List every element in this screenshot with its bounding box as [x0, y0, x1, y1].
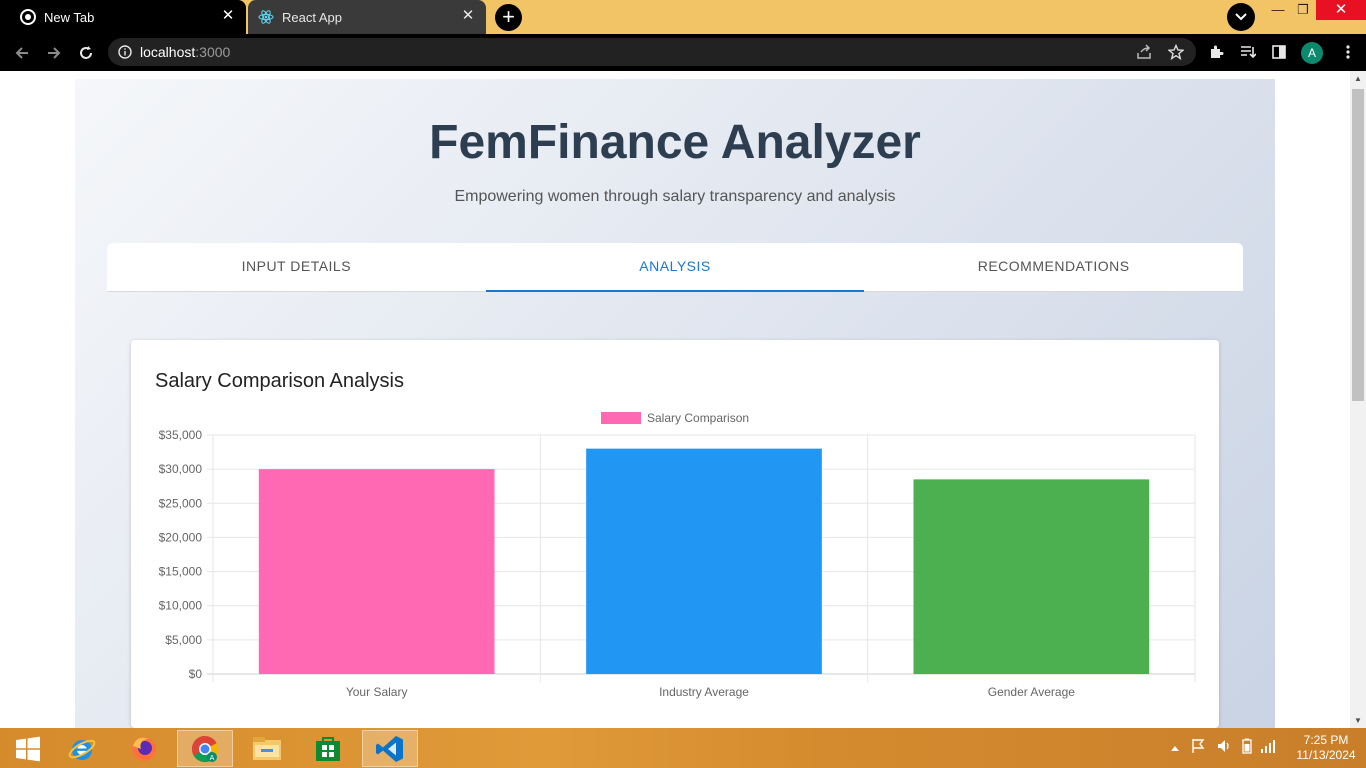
taskbar-store[interactable] — [300, 730, 356, 767]
close-icon[interactable]: ✕ — [220, 8, 236, 24]
y-tick-label: $25,000 — [159, 496, 203, 510]
extensions-icon[interactable] — [1206, 42, 1226, 62]
start-button[interactable] — [0, 730, 56, 767]
tab-search-button[interactable] — [1227, 3, 1255, 31]
scroll-down-icon[interactable]: ▼ — [1354, 716, 1362, 725]
legend-label[interactable]: Salary Comparison — [647, 411, 749, 425]
show-hidden-icons-icon[interactable] — [1170, 739, 1180, 757]
legend-swatch[interactable] — [601, 412, 641, 424]
browser-tab-strip: New Tab ✕ React App ✕ + — ❐ ✕ — [0, 0, 1366, 34]
reading-list-icon[interactable] — [1238, 42, 1258, 62]
vscode-icon — [376, 735, 403, 762]
info-icon[interactable] — [118, 45, 132, 59]
arrow-right-icon — [48, 47, 61, 59]
section-tabs: INPUT DETAILS ANALYSIS RECOMMENDATIONS — [107, 243, 1243, 292]
chrome-icon: A — [191, 735, 219, 762]
side-panel-icon[interactable] — [1269, 42, 1289, 62]
taskbar-clock[interactable]: 7:25 PM 11/13/2024 — [1290, 733, 1362, 763]
volume-icon[interactable] — [1216, 738, 1232, 759]
clock-time: 7:25 PM — [1303, 733, 1349, 747]
page-scrollbar[interactable]: ▲ ▼ — [1350, 71, 1366, 728]
firefox-icon — [132, 736, 156, 761]
page-viewport: FemFinance Analyzer Empowering women thr… — [0, 71, 1350, 728]
react-icon — [258, 9, 274, 25]
browser-tab-title: React App — [282, 9, 342, 25]
menu-kebab-icon[interactable] — [1338, 42, 1358, 62]
reload-button[interactable] — [73, 40, 99, 66]
x-tick-label: Gender Average — [988, 685, 1076, 699]
arrow-left-icon — [15, 47, 28, 59]
store-icon — [316, 736, 340, 761]
profile-avatar[interactable]: A — [1301, 42, 1323, 64]
x-tick-label: Industry Average — [659, 685, 749, 699]
address-port: :3000 — [195, 44, 231, 60]
close-window-button[interactable]: ✕ — [1316, 0, 1366, 20]
taskbar-firefox[interactable] — [116, 730, 172, 767]
page-title: FemFinance Analyzer — [429, 116, 921, 169]
bookmark-star-icon[interactable] — [1166, 42, 1186, 62]
chrome-icon — [20, 9, 36, 25]
tab-recommendations[interactable]: RECOMMENDATIONS — [864, 243, 1243, 291]
internet-explorer-icon — [68, 739, 96, 760]
system-tray — [1170, 728, 1276, 768]
battery-icon[interactable] — [1242, 738, 1252, 759]
minimize-button[interactable]: — — [1265, 0, 1291, 20]
y-tick-label: $0 — [189, 667, 203, 681]
taskbar-chrome[interactable]: A — [177, 730, 233, 767]
page-subtitle: Empowering women through salary transpar… — [454, 188, 896, 205]
close-icon[interactable]: ✕ — [460, 8, 476, 24]
scroll-up-icon[interactable]: ▲ — [1354, 74, 1362, 83]
bar-gender-average[interactable] — [913, 479, 1150, 674]
back-button[interactable] — [9, 40, 35, 66]
browser-tab-title: New Tab — [44, 9, 95, 25]
start-icon — [16, 736, 40, 761]
salary-chart-card: Salary Comparison Analysis $0 $5,000 $10,0… — [131, 340, 1219, 728]
browser-toolbar: localhost:3000 — [0, 34, 1366, 71]
network-signal-icon[interactable] — [1260, 739, 1276, 758]
y-tick-label: $10,000 — [159, 599, 203, 613]
x-tick-label: Your Salary — [346, 685, 408, 699]
browser-tab-react-app[interactable]: React App ✕ — [248, 0, 486, 34]
browser-tab-new-tab[interactable]: New Tab ✕ — [0, 0, 246, 34]
app-container: FemFinance Analyzer Empowering women thr… — [75, 79, 1275, 728]
taskbar-file-explorer[interactable] — [239, 730, 295, 767]
bar-your-salary[interactable] — [258, 469, 495, 674]
reload-icon — [80, 46, 92, 59]
forward-button[interactable] — [41, 40, 67, 66]
bar-industry-average[interactable] — [586, 448, 822, 674]
svg-text:A: A — [210, 755, 215, 762]
address-host: localhost — [140, 44, 196, 60]
tab-analysis[interactable]: ANALYSIS — [485, 243, 865, 292]
address-bar[interactable]: localhost:3000 — [108, 38, 1196, 66]
salary-bar-chart: $0 $5,000 $10,000 $15,000 $20,000 $25,000 $30,… — [159, 411, 1196, 699]
y-tick-label: $30,000 — [159, 462, 203, 476]
restore-button[interactable]: ❐ — [1290, 0, 1316, 20]
y-tick-label: $20,000 — [159, 530, 203, 544]
new-tab-button[interactable]: + — [495, 4, 522, 31]
y-tick-label: $5,000 — [165, 633, 202, 647]
taskbar-internet-explorer[interactable] — [54, 730, 110, 767]
windows-taskbar: A 7:25 PM 11/13/2024 — [0, 728, 1366, 768]
chevron-down-icon — [1235, 13, 1247, 21]
y-tick-label: $35,000 — [159, 428, 203, 442]
scrollbar-thumb[interactable] — [1352, 89, 1364, 401]
clock-date: 11/13/2024 — [1296, 748, 1356, 762]
taskbar-vscode[interactable] — [362, 730, 418, 767]
y-tick-label: $15,000 — [159, 565, 203, 579]
tab-input-details[interactable]: INPUT DETAILS — [107, 243, 486, 291]
action-center-flag-icon[interactable] — [1190, 738, 1206, 759]
file-explorer-icon — [253, 736, 281, 760]
share-icon[interactable] — [1134, 42, 1154, 62]
